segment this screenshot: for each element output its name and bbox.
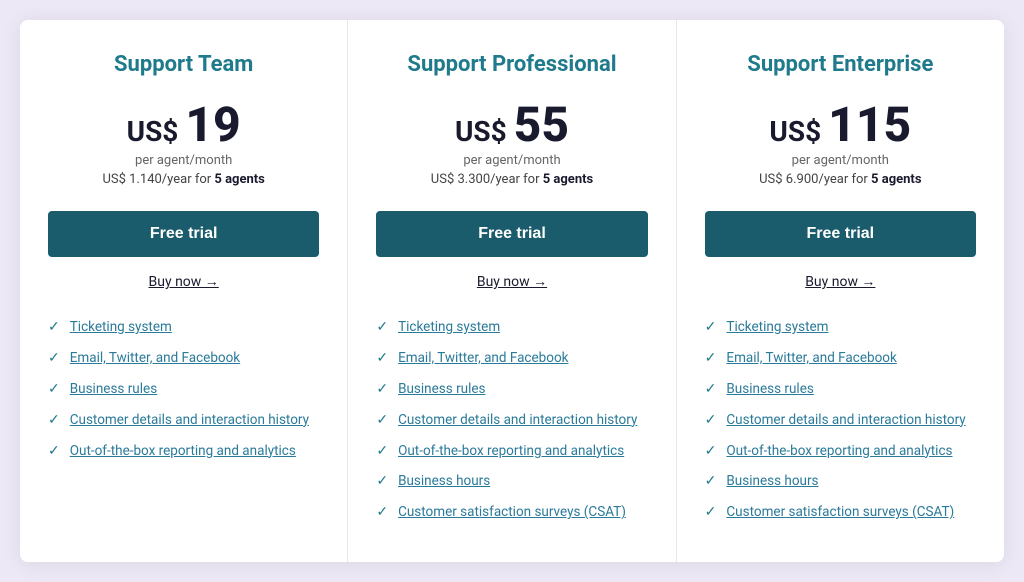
feature-text: Ticketing system xyxy=(398,318,500,337)
feature-item: ✓ Customer satisfaction surveys (CSAT) xyxy=(705,503,976,522)
checkmark-icon: ✓ xyxy=(48,350,60,366)
buy-now-link[interactable]: Buy now → xyxy=(805,273,875,290)
feature-item: ✓ Out-of-the-box reporting and analytics xyxy=(376,442,647,461)
checkmark-icon: ✓ xyxy=(705,350,717,366)
feature-text: Out-of-the-box reporting and analytics xyxy=(70,442,296,461)
feature-text: Customer details and interaction history xyxy=(726,411,965,430)
feature-item: ✓ Email, Twitter, and Facebook xyxy=(48,349,319,368)
feature-text: Business rules xyxy=(70,380,157,399)
pricing-card-professional: Support Professional US$ 55 per agent/mont… xyxy=(348,20,676,562)
pricing-container: Support Team US$ 19 per agent/month US$ 1.1… xyxy=(20,20,1004,562)
pricing-card-enterprise: Support Enterprise US$ 115 per agent/month… xyxy=(677,20,1004,562)
checkmark-icon: ✓ xyxy=(376,412,388,428)
feature-item: ✓ Business rules xyxy=(48,380,319,399)
feature-item: ✓ Business rules xyxy=(376,380,647,399)
feature-text: Ticketing system xyxy=(70,318,172,337)
buy-now-link[interactable]: Buy now → xyxy=(149,273,219,290)
plan-price: US$ 55 xyxy=(455,101,569,149)
free-trial-button[interactable]: Free trial xyxy=(376,211,647,257)
feature-text: Business hours xyxy=(726,472,818,491)
features-list: ✓ Ticketing system ✓ Email, Twitter, and Fa… xyxy=(376,318,647,534)
checkmark-icon: ✓ xyxy=(48,319,60,335)
checkmark-icon: ✓ xyxy=(376,319,388,335)
checkmark-icon: ✓ xyxy=(48,412,60,428)
features-list: ✓ Ticketing system ✓ Email, Twitter, and Fa… xyxy=(48,318,319,472)
feature-item: ✓ Email, Twitter, and Facebook xyxy=(705,349,976,368)
feature-item: ✓ Out-of-the-box reporting and analytics xyxy=(48,442,319,461)
feature-text: Ticketing system xyxy=(726,318,828,337)
yearly-price: US$ 3.300/year for 5 agents xyxy=(431,172,593,187)
checkmark-icon: ✓ xyxy=(705,319,717,335)
checkmark-icon: ✓ xyxy=(48,381,60,397)
feature-text: Email, Twitter, and Facebook xyxy=(70,349,240,368)
feature-item: ✓ Ticketing system xyxy=(705,318,976,337)
feature-text: Business hours xyxy=(398,472,490,491)
plan-title: Support Team xyxy=(114,52,253,77)
feature-text: Out-of-the-box reporting and analytics xyxy=(398,442,624,461)
free-trial-button[interactable]: Free trial xyxy=(48,211,319,257)
feature-text: Email, Twitter, and Facebook xyxy=(398,349,568,368)
yearly-price: US$ 6.900/year for 5 agents xyxy=(759,172,921,187)
checkmark-icon: ✓ xyxy=(705,443,717,459)
features-list: ✓ Ticketing system ✓ Email, Twitter, and Fa… xyxy=(705,318,976,534)
feature-text: Customer satisfaction surveys (CSAT) xyxy=(726,503,954,522)
feature-item: ✓ Business hours xyxy=(376,472,647,491)
feature-item: ✓ Customer satisfaction surveys (CSAT) xyxy=(376,503,647,522)
per-agent-label: per agent/month xyxy=(135,153,232,168)
plan-title: Support Professional xyxy=(407,52,616,77)
checkmark-icon: ✓ xyxy=(376,473,388,489)
yearly-price: US$ 1.140/year for 5 agents xyxy=(102,172,264,187)
pricing-card-team: Support Team US$ 19 per agent/month US$ 1.1… xyxy=(20,20,348,562)
feature-text: Business rules xyxy=(726,380,813,399)
feature-item: ✓ Business rules xyxy=(705,380,976,399)
feature-item: ✓ Business hours xyxy=(705,472,976,491)
feature-item: ✓ Customer details and interaction histor… xyxy=(376,411,647,430)
feature-item: ✓ Ticketing system xyxy=(376,318,647,337)
checkmark-icon: ✓ xyxy=(705,473,717,489)
per-agent-label: per agent/month xyxy=(463,153,560,168)
checkmark-icon: ✓ xyxy=(48,443,60,459)
plan-price: US$ 19 xyxy=(127,101,241,149)
checkmark-icon: ✓ xyxy=(705,504,717,520)
feature-text: Customer details and interaction history xyxy=(70,411,309,430)
feature-item: ✓ Customer details and interaction histor… xyxy=(705,411,976,430)
feature-item: ✓ Email, Twitter, and Facebook xyxy=(376,349,647,368)
feature-text: Business rules xyxy=(398,380,485,399)
feature-item: ✓ Ticketing system xyxy=(48,318,319,337)
checkmark-icon: ✓ xyxy=(376,350,388,366)
checkmark-icon: ✓ xyxy=(376,443,388,459)
checkmark-icon: ✓ xyxy=(376,504,388,520)
buy-now-link[interactable]: Buy now → xyxy=(477,273,547,290)
per-agent-label: per agent/month xyxy=(792,153,889,168)
feature-text: Customer details and interaction history xyxy=(398,411,637,430)
checkmark-icon: ✓ xyxy=(376,381,388,397)
feature-text: Email, Twitter, and Facebook xyxy=(726,349,896,368)
feature-text: Customer satisfaction surveys (CSAT) xyxy=(398,503,626,522)
plan-price: US$ 115 xyxy=(769,101,911,149)
checkmark-icon: ✓ xyxy=(705,381,717,397)
feature-item: ✓ Out-of-the-box reporting and analytics xyxy=(705,442,976,461)
free-trial-button[interactable]: Free trial xyxy=(705,211,976,257)
checkmark-icon: ✓ xyxy=(705,412,717,428)
feature-item: ✓ Customer details and interaction histor… xyxy=(48,411,319,430)
feature-text: Out-of-the-box reporting and analytics xyxy=(726,442,952,461)
plan-title: Support Enterprise xyxy=(747,52,933,77)
